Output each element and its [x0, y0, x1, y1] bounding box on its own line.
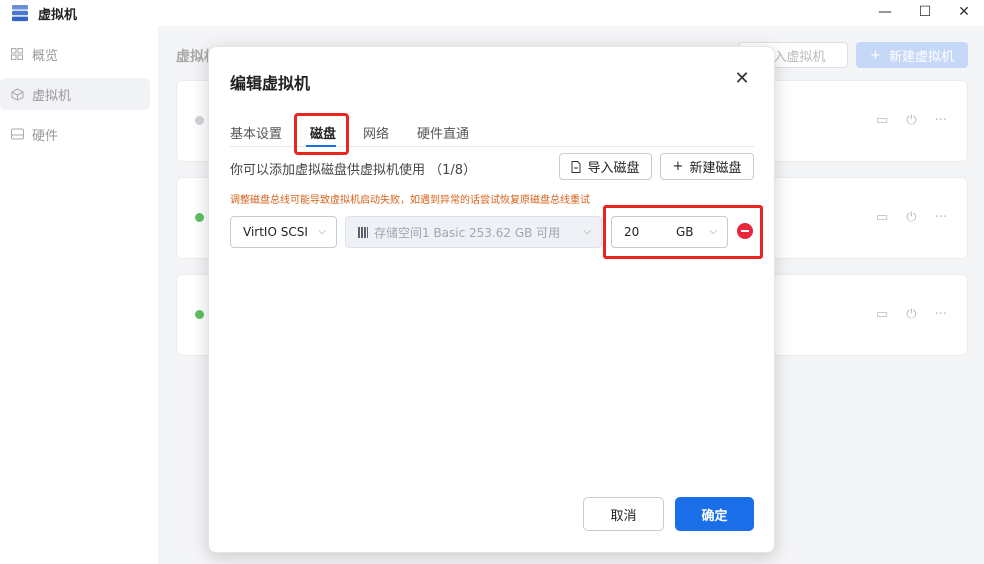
plus-icon: + [672, 159, 684, 174]
disk-bus-select[interactable]: VirtIO SCSI ⌵ [230, 216, 337, 248]
power-icon[interactable]: ⏻ [906, 307, 916, 322]
tab-basic-settings[interactable]: 基本设置 [230, 123, 282, 142]
import-disk-button[interactable]: 导入磁盘 [559, 153, 652, 180]
disk-count: （1/8） [429, 163, 477, 178]
confirm-label: 确定 [701, 508, 728, 524]
chevron-down-icon: ⌵ [318, 226, 326, 237]
new-disk-label: 新建磁盘 [689, 161, 742, 176]
sidebar-item-label: 概览 [32, 48, 59, 64]
vm-actions: ▭ ⏻ ··· [876, 113, 947, 128]
remove-disk-icon[interactable] [737, 223, 753, 239]
disk-description-text: 你可以添加虚拟磁盘供虚拟机使用 [230, 163, 426, 178]
storage-icon [358, 226, 368, 238]
sidebar: 概览 虚拟机 硬件 [0, 26, 158, 564]
sidebar-item-label: 虚拟机 [32, 88, 72, 104]
dialog-title: 编辑虚拟机 [230, 74, 311, 93]
new-vm-label: 新建虚拟机 [888, 49, 954, 65]
import-disk-label: 导入磁盘 [587, 161, 640, 176]
monitor-icon[interactable]: ▭ [876, 307, 888, 322]
storage-select: 存储空间1 Basic 253.62 GB 可用 ⌵ [345, 216, 602, 248]
app-icon [12, 5, 28, 22]
new-disk-button[interactable]: + 新建磁盘 [660, 153, 754, 180]
close-window-button[interactable]: ✕ [941, 0, 984, 24]
window-title: 虚拟机 [38, 8, 78, 23]
more-icon[interactable]: ··· [935, 307, 947, 322]
storage-value: 存储空间1 Basic 253.62 GB 可用 [374, 225, 561, 240]
tab-hardware-passthrough[interactable]: 硬件直通 [417, 123, 469, 142]
more-icon[interactable]: ··· [935, 113, 947, 128]
status-dot [195, 213, 204, 222]
more-icon[interactable]: ··· [935, 210, 947, 225]
disk-bus-value: VirtIO SCSI [243, 225, 308, 239]
plus-icon: + [870, 47, 881, 63]
vm-actions: ▭ ⏻ ··· [876, 210, 947, 225]
monitor-icon[interactable]: ▭ [876, 113, 888, 128]
close-icon[interactable]: ✕ [732, 69, 752, 89]
confirm-button[interactable]: 确定 [675, 497, 754, 531]
bus-warning: 调整磁盘总线可能导致虚拟机启动失败，如遇到异常的话尝试恢复原磁盘总线重试 [230, 195, 590, 206]
status-dot [195, 116, 204, 125]
title-bar: 虚拟机 — ☐ ✕ [0, 0, 984, 26]
monitor-icon[interactable]: ▭ [876, 210, 888, 225]
file-icon [571, 160, 581, 173]
grid-icon [10, 47, 24, 61]
disk-description: 你可以添加虚拟磁盘供虚拟机使用 （1/8） [230, 159, 476, 178]
sidebar-item-label: 硬件 [32, 128, 59, 144]
cancel-button[interactable]: 取消 [583, 497, 664, 531]
cube-icon [10, 87, 24, 101]
vm-actions: ▭ ⏻ ··· [876, 307, 947, 322]
cancel-label: 取消 [610, 508, 637, 524]
highlight-box-tab [294, 113, 349, 155]
new-vm-button[interactable]: + 新建虚拟机 [856, 42, 968, 68]
sidebar-item-vm[interactable]: 虚拟机 [0, 78, 150, 110]
power-icon[interactable]: ⏻ [906, 113, 916, 128]
chevron-down-icon: ⌵ [583, 226, 591, 237]
tab-network[interactable]: 网络 [363, 123, 389, 142]
sidebar-item-hardware[interactable]: 硬件 [0, 118, 150, 150]
status-dot [195, 310, 204, 319]
edit-vm-dialog: 编辑虚拟机 ✕ 基本设置 磁盘 网络 硬件直通 你可以添加虚拟磁盘供虚拟机使用 … [208, 46, 775, 553]
drive-icon [10, 127, 24, 141]
power-icon[interactable]: ⏻ [906, 210, 916, 225]
sidebar-item-overview[interactable]: 概览 [0, 38, 150, 70]
